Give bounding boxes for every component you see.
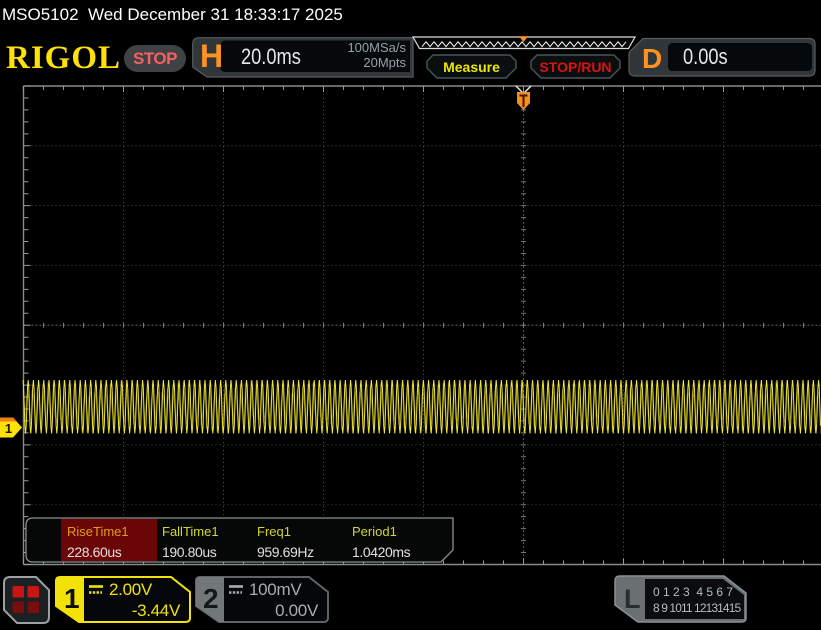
svg-text:1: 1 — [5, 421, 12, 436]
